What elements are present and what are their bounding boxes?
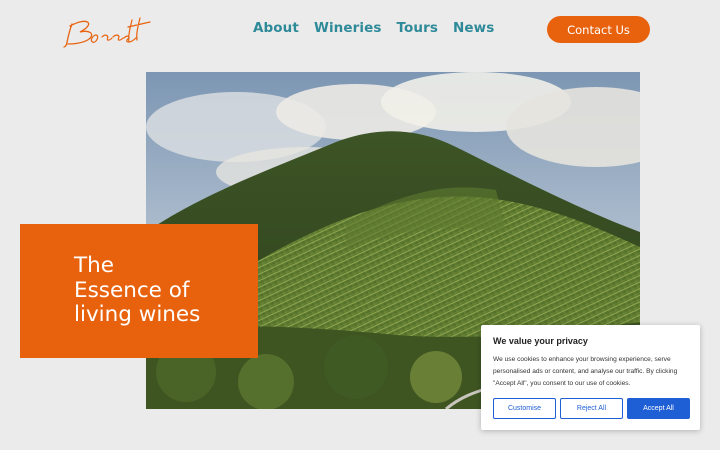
accept-all-button[interactable]: Accept All	[627, 398, 690, 419]
cookie-body-text: We use cookies to enhance your browsing …	[493, 356, 678, 388]
nav-tours[interactable]: Tours	[397, 20, 439, 36]
contact-us-button[interactable]: Contact Us	[547, 16, 650, 43]
cookie-title: We value your privacy	[493, 336, 588, 346]
cookie-buttons: Customise Reject All Accept All	[493, 398, 690, 419]
reject-all-button[interactable]: Reject All	[560, 398, 623, 419]
main-nav: About Wineries Tours News	[253, 20, 494, 36]
customise-button[interactable]: Customise	[493, 398, 556, 419]
cookie-consent-banner: We value your privacy We use cookies to …	[481, 325, 700, 430]
hero-headline-card: The Essence of living wines	[20, 224, 258, 358]
hero-headline: The Essence of living wines	[74, 253, 201, 327]
brand-logo[interactable]	[58, 10, 154, 54]
nav-news[interactable]: News	[453, 20, 494, 36]
nav-wineries[interactable]: Wineries	[314, 20, 382, 36]
nav-about[interactable]: About	[253, 20, 299, 36]
